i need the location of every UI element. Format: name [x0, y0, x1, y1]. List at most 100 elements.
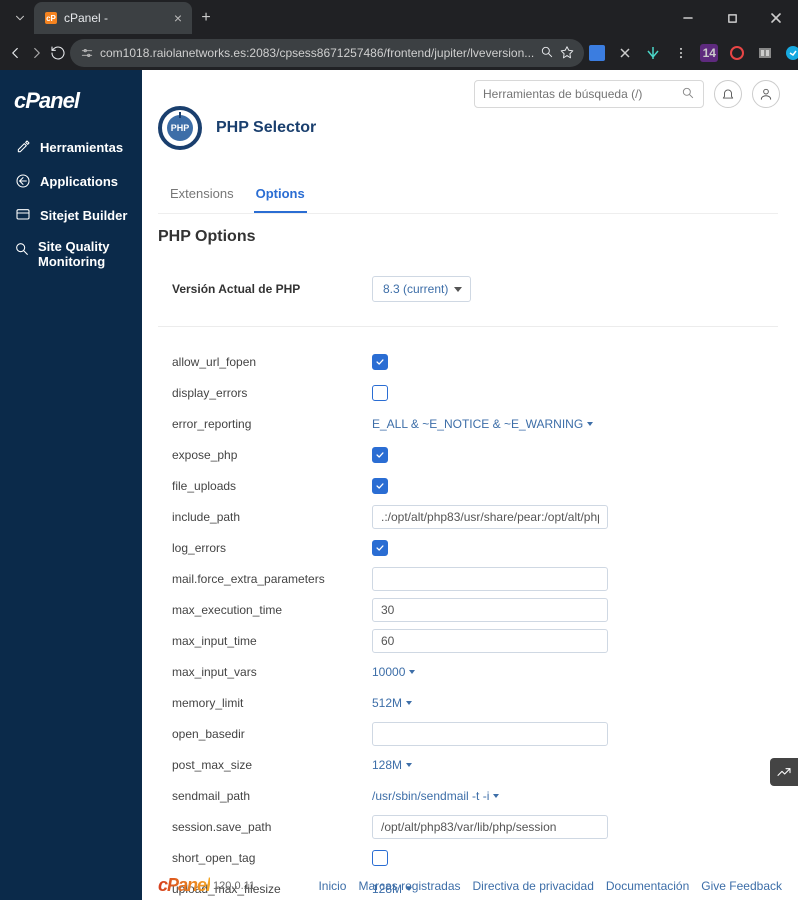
account-button[interactable] — [752, 80, 780, 108]
select-post-max-size[interactable]: 128M — [372, 758, 412, 772]
select-max-input-vars[interactable]: 10000 — [372, 665, 415, 679]
nav-reload-button[interactable] — [50, 38, 66, 68]
select-sendmail-path[interactable]: /usr/sbin/sendmail -t -i — [372, 789, 499, 803]
tab-bar: cP cPanel - × + — [0, 0, 798, 36]
option-control — [372, 447, 388, 463]
ext-icon-4[interactable] — [672, 44, 690, 62]
checkbox-file-uploads[interactable] — [372, 478, 388, 494]
sidebar-item-label: Applications — [40, 174, 118, 189]
option-control — [372, 815, 608, 839]
window-minimize-button[interactable] — [666, 0, 710, 36]
checkbox-allow-url-fopen[interactable] — [372, 354, 388, 370]
tab-extensions[interactable]: Extensions — [168, 176, 236, 213]
stats-floating-button[interactable] — [770, 758, 798, 786]
option-control — [372, 385, 388, 401]
page: cPanel Herramientas Applications Sitejet… — [0, 70, 798, 900]
footer: cPanel 120.0.11 InicioMarcas registradas… — [158, 875, 782, 896]
content: PHP PHP Selector Extensions Options PHP … — [142, 70, 798, 900]
site-settings-icon[interactable] — [80, 46, 94, 60]
option-label: display_errors — [172, 386, 372, 400]
section-title: PHP Options — [158, 228, 778, 246]
option-control — [372, 505, 608, 529]
tab-options[interactable]: Options — [254, 176, 307, 213]
option-label: post_max_size — [172, 758, 372, 772]
checkbox-expose-php[interactable] — [372, 447, 388, 463]
checkbox-display-errors[interactable] — [372, 385, 388, 401]
option-row-max-input-time: max_input_time — [158, 625, 778, 656]
ext-icon-3[interactable] — [644, 44, 662, 62]
nav-forward-button[interactable] — [28, 38, 46, 68]
php-version-dropdown[interactable]: 8.3 (current) — [372, 276, 471, 302]
input-include-path[interactable] — [372, 505, 608, 529]
option-row-file-uploads: file_uploads — [158, 470, 778, 501]
input-mail-force-extra-parameters[interactable] — [372, 567, 608, 591]
option-control: 128M — [372, 758, 412, 772]
search-input[interactable] — [483, 87, 681, 101]
zoom-icon[interactable] — [540, 45, 554, 62]
bookmark-star-icon[interactable] — [560, 45, 574, 62]
option-label: log_errors — [172, 541, 372, 555]
option-row-mail-force-extra-parameters: mail.force_extra_parameters — [158, 563, 778, 594]
option-row-include-path: include_path — [158, 501, 778, 532]
browser-tab[interactable]: cP cPanel - × — [34, 2, 192, 34]
select-value: E_ALL & ~E_NOTICE & ~E_WARNING — [372, 417, 583, 431]
footer-link[interactable]: Documentación — [606, 879, 689, 893]
footer-link[interactable]: Inicio — [318, 879, 346, 893]
chevron-down-icon — [493, 794, 499, 798]
sidebar-item-applications[interactable]: Applications — [8, 164, 134, 198]
apps-icon — [14, 172, 32, 190]
sidebar-item-herramientas[interactable]: Herramientas — [8, 130, 134, 164]
option-label: allow_url_fopen — [172, 355, 372, 369]
page-header: PHP PHP Selector — [158, 106, 778, 150]
svg-text:cP: cP — [46, 14, 56, 23]
chevron-down-icon — [406, 701, 412, 705]
option-row-max-input-vars: max_input_vars10000 — [158, 656, 778, 687]
checkbox-short-open-tag[interactable] — [372, 850, 388, 866]
option-control — [372, 540, 388, 556]
ext-icon-6[interactable] — [728, 44, 746, 62]
option-label: expose_php — [172, 448, 372, 462]
new-tab-button[interactable]: + — [192, 4, 220, 32]
extension-icons: 14 — [588, 44, 798, 62]
notifications-button[interactable] — [714, 80, 742, 108]
sidebar-item-quality[interactable]: Site Quality Monitoring — [8, 232, 134, 278]
window-close-button[interactable] — [754, 0, 798, 36]
option-label: error_reporting — [172, 417, 372, 431]
chevron-down-icon — [406, 763, 412, 767]
url-field[interactable]: com1018.raiolanetworks.es:2083/cpsess867… — [70, 39, 584, 67]
tab-search-button[interactable] — [6, 4, 34, 32]
select-value: 128M — [372, 758, 402, 772]
option-label: session.save_path — [172, 820, 372, 834]
tab-close-icon[interactable]: × — [174, 10, 182, 26]
tools-icon — [14, 138, 32, 156]
window-maximize-button[interactable] — [710, 0, 754, 36]
option-row-allow-url-fopen: allow_url_fopen — [158, 346, 778, 377]
select-memory-limit[interactable]: 512M — [372, 696, 412, 710]
input-max-execution-time[interactable] — [372, 598, 608, 622]
option-row-open-basedir: open_basedir — [158, 718, 778, 749]
ext-icon-2[interactable] — [616, 44, 634, 62]
ext-badge[interactable]: 14 — [700, 44, 718, 62]
search-field-wrap[interactable] — [474, 80, 704, 108]
input-max-input-time[interactable] — [372, 629, 608, 653]
option-row-display-errors: display_errors — [158, 377, 778, 408]
sidebar-item-label: Sitejet Builder — [40, 208, 127, 223]
ext-icon-7[interactable] — [756, 44, 774, 62]
footer-link[interactable]: Marcas registradas — [358, 879, 460, 893]
cpanel-logo[interactable]: cPanel — [14, 88, 134, 114]
option-control — [372, 850, 388, 866]
ext-icon-8[interactable] — [784, 44, 798, 62]
footer-logo[interactable]: cPanel — [158, 875, 210, 896]
option-label: open_basedir — [172, 727, 372, 741]
sidebar-item-sitejet[interactable]: Sitejet Builder — [8, 198, 134, 232]
select-error-reporting[interactable]: E_ALL & ~E_NOTICE & ~E_WARNING — [372, 417, 593, 431]
option-row-session-save-path: session.save_path — [158, 811, 778, 842]
options-list: allow_url_fopen display_errors error_repor… — [158, 345, 778, 900]
input-session-save-path[interactable] — [372, 815, 608, 839]
checkbox-log-errors[interactable] — [372, 540, 388, 556]
footer-link[interactable]: Give Feedback — [701, 879, 782, 893]
ext-icon-1[interactable] — [588, 44, 606, 62]
input-open-basedir[interactable] — [372, 722, 608, 746]
nav-back-button[interactable] — [6, 38, 24, 68]
footer-link[interactable]: Directiva de privacidad — [473, 879, 594, 893]
